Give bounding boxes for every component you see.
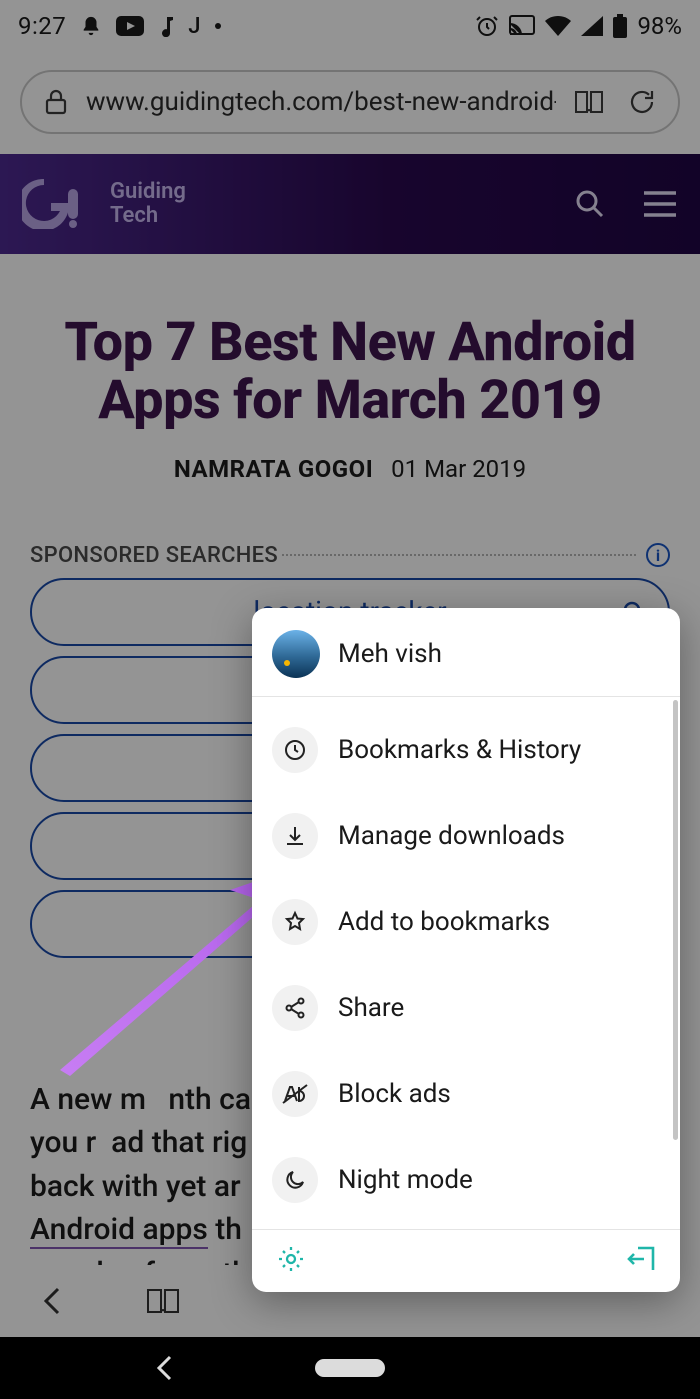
menu-item-block-ads[interactable]: Block ads: [252, 1051, 680, 1137]
clock-icon: [272, 727, 318, 773]
android-nav-bar: [0, 1337, 700, 1399]
nav-home-icon[interactable]: [315, 1359, 385, 1377]
exit-icon[interactable]: [626, 1245, 656, 1273]
nav-back-icon[interactable]: [155, 1355, 175, 1381]
download-icon: [272, 813, 318, 859]
star-icon: [272, 899, 318, 945]
block-ads-icon: [272, 1071, 318, 1117]
scrollbar[interactable]: [673, 700, 678, 1140]
account-name: Meh vish: [338, 639, 442, 669]
share-icon: [272, 985, 318, 1031]
settings-icon[interactable]: [276, 1244, 306, 1274]
menu-item-share[interactable]: Share: [252, 965, 680, 1051]
menu-item-add-bookmark[interactable]: Add to bookmarks: [252, 879, 680, 965]
browser-menu-popup: Meh vish Bookmarks & History Manage down…: [252, 608, 680, 1292]
menu-item-bookmarks-history[interactable]: Bookmarks & History: [252, 707, 680, 793]
moon-icon: [272, 1157, 318, 1203]
avatar: [272, 630, 320, 678]
menu-item-night-mode[interactable]: Night mode: [252, 1137, 680, 1223]
menu-item-downloads[interactable]: Manage downloads: [252, 793, 680, 879]
menu-account-row[interactable]: Meh vish: [252, 608, 680, 696]
